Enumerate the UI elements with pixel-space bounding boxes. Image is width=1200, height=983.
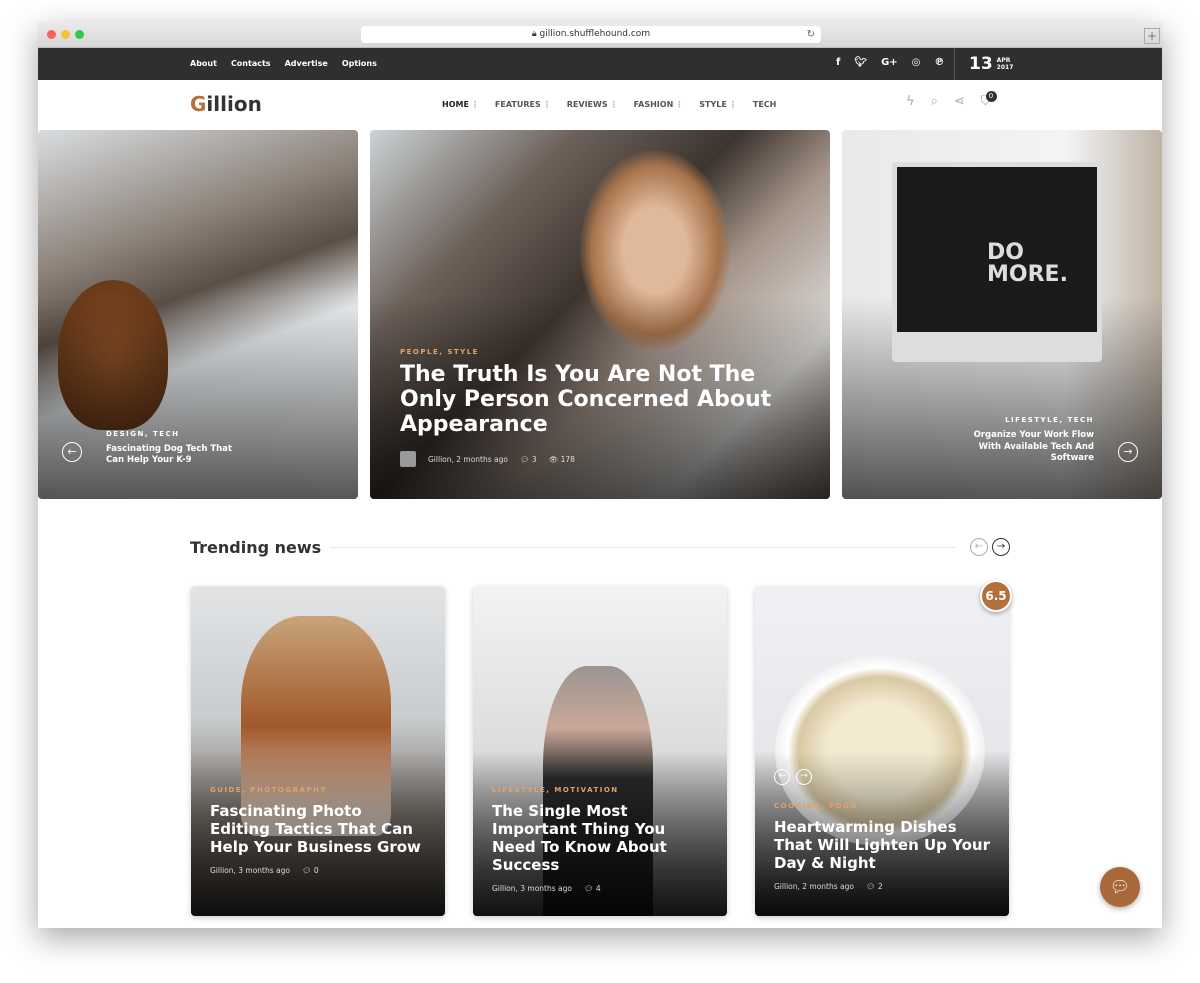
- date-month: APR: [996, 57, 1011, 64]
- slide-category[interactable]: LIFESTYLE, TECH: [954, 416, 1094, 424]
- share-icon[interactable]: ⋖: [954, 94, 965, 109]
- review-score-badge: 6.5: [980, 580, 1012, 612]
- card-category[interactable]: GUIDE, PHOTOGRAPHY: [210, 786, 426, 794]
- comment-count: 0: [313, 866, 319, 875]
- url-text: gillion.shufflehound.com: [539, 29, 651, 39]
- card-title[interactable]: Fascinating Photo Editing Tactics That C…: [210, 802, 426, 856]
- card-author[interactable]: Gillion, 3 months ago: [210, 866, 290, 875]
- comment-count: 2: [877, 882, 883, 891]
- link-options[interactable]: Options: [342, 59, 377, 68]
- trending-card[interactable]: LIFESTYLE, MOTIVATION The Single Most Im…: [473, 586, 727, 916]
- card-author[interactable]: Gillion, 3 months ago: [492, 884, 572, 893]
- date-year: 2017: [996, 64, 1014, 71]
- date-day: 13: [969, 54, 993, 74]
- eye-icon: 👁︎: [548, 454, 561, 464]
- nav-features[interactable]: FEATURES ⋮: [495, 100, 551, 109]
- comment-count: 4: [595, 884, 601, 893]
- trending-next-button[interactable]: →: [992, 538, 1010, 556]
- pinterest-icon[interactable]: ℗: [934, 57, 944, 68]
- lightning-icon[interactable]: ϟ: [906, 94, 915, 109]
- card-title[interactable]: The Single Most Important Thing You Need…: [492, 802, 708, 874]
- card-category[interactable]: LIFESTYLE, MOTIVATION: [492, 786, 708, 794]
- comment-icon: 💬︎: [866, 882, 878, 891]
- link-contacts[interactable]: Contacts: [231, 59, 271, 68]
- chat-bubble-icon: 💬︎: [1109, 877, 1131, 896]
- nav-label: REVIEWS: [566, 100, 608, 109]
- nav-label: STYLE: [699, 100, 727, 109]
- trending-card[interactable]: ← → COOKING, FOOD Heartwarming Dishes Th…: [755, 586, 1009, 916]
- facebook-icon[interactable]: f: [836, 57, 840, 68]
- slide-title[interactable]: The Truth Is You Are Not The Only Person…: [400, 362, 800, 437]
- maximize-button[interactable]: [75, 30, 84, 39]
- slide-left[interactable]: DESIGN, TECH Fascinating Dog Tech That C…: [38, 130, 358, 499]
- comment-icon: 💬︎: [520, 454, 532, 464]
- card-title[interactable]: Heartwarming Dishes That Will Lighten Up…: [774, 818, 990, 872]
- nav-label: FEATURES: [494, 100, 541, 109]
- reload-icon[interactable]: ↻: [807, 26, 815, 43]
- chat-button[interactable]: 💬︎: [1100, 867, 1140, 907]
- nav-fashion[interactable]: FASHION ⋮: [634, 100, 684, 109]
- slide-title[interactable]: Fascinating Dog Tech That Can Help Your …: [106, 444, 246, 466]
- author-avatar[interactable]: [400, 451, 416, 467]
- trending-prev-button[interactable]: ←: [970, 538, 988, 556]
- card-next-button[interactable]: →: [796, 769, 812, 785]
- search-icon[interactable]: ⌕: [931, 94, 938, 109]
- slider-next-button[interactable]: →: [1118, 442, 1138, 462]
- slide-title[interactable]: Organize Your Work Flow With Available T…: [954, 430, 1094, 465]
- twitter-icon[interactable]: 🐦︎: [854, 57, 867, 68]
- slide-author[interactable]: Gillion, 2 months ago: [428, 455, 508, 464]
- logo-g: G: [190, 92, 207, 116]
- close-button[interactable]: [47, 30, 56, 39]
- nav-label: HOME: [442, 100, 469, 109]
- slide-category[interactable]: PEOPLE, STYLE: [400, 348, 800, 356]
- minimize-button[interactable]: [61, 30, 70, 39]
- site-header: Gillion HOME ⋮ FEATURES ⋮ REVIEWS ⋮ FASHION…: [38, 80, 1162, 130]
- lock-icon: 🔒︎: [531, 29, 540, 39]
- bookmark-icon[interactable]: ⛉ 0: [981, 91, 997, 109]
- nav-tech[interactable]: TECH: [753, 100, 777, 109]
- cart-count-badge: 0: [985, 91, 997, 102]
- slider-prev-button[interactable]: ←: [62, 442, 82, 462]
- link-advertise[interactable]: Advertise: [285, 59, 328, 68]
- monitor-text: DO MORE.: [987, 240, 1068, 287]
- logo[interactable]: Gillion: [190, 92, 262, 116]
- view-count: 178: [560, 454, 575, 464]
- date-display: 13 APR 2017: [954, 48, 1013, 80]
- card-author[interactable]: Gillion, 2 months ago: [774, 882, 854, 891]
- monitor-image: DO MORE.: [892, 162, 1102, 362]
- google-plus-icon[interactable]: G+: [881, 57, 898, 68]
- nav-style[interactable]: STYLE ⋮: [699, 100, 737, 109]
- card-prev-button[interactable]: ←: [774, 769, 790, 785]
- card-category[interactable]: COOKING, FOOD: [774, 802, 990, 810]
- slide-category[interactable]: DESIGN, TECH: [106, 430, 246, 438]
- section-title: Trending news: [190, 538, 322, 557]
- nav-label: FASHION: [633, 100, 674, 109]
- link-about[interactable]: About: [190, 59, 217, 68]
- section-divider: [330, 547, 956, 548]
- browser-window: 🔒︎ gillion.shufflehound.com ↻ + About Con…: [38, 22, 1162, 928]
- trending-card[interactable]: GUIDE, PHOTOGRAPHY Fascinating Photo Edi…: [191, 586, 445, 916]
- comment-count: 3: [531, 454, 537, 464]
- comment-icon: 💬︎: [584, 884, 596, 893]
- address-bar[interactable]: 🔒︎ gillion.shufflehound.com ↻: [361, 26, 821, 43]
- browser-chrome: 🔒︎ gillion.shufflehound.com ↻ +: [38, 22, 1162, 48]
- comment-icon: 💬︎: [302, 866, 314, 875]
- top-bar: About Contacts Advertise Options f 🐦︎ G+…: [38, 48, 1162, 80]
- instagram-icon[interactable]: ◎: [912, 57, 921, 68]
- logo-text: illion: [206, 92, 262, 116]
- nav-reviews[interactable]: REVIEWS ⋮: [567, 100, 618, 109]
- slide-right[interactable]: DO MORE. LIFESTYLE, TECH Organize Your W…: [842, 130, 1162, 499]
- new-tab-button[interactable]: +: [1144, 28, 1160, 44]
- nav-home[interactable]: HOME ⋮: [442, 100, 479, 109]
- slide-center[interactable]: PEOPLE, STYLE The Truth Is You Are Not T…: [370, 130, 830, 499]
